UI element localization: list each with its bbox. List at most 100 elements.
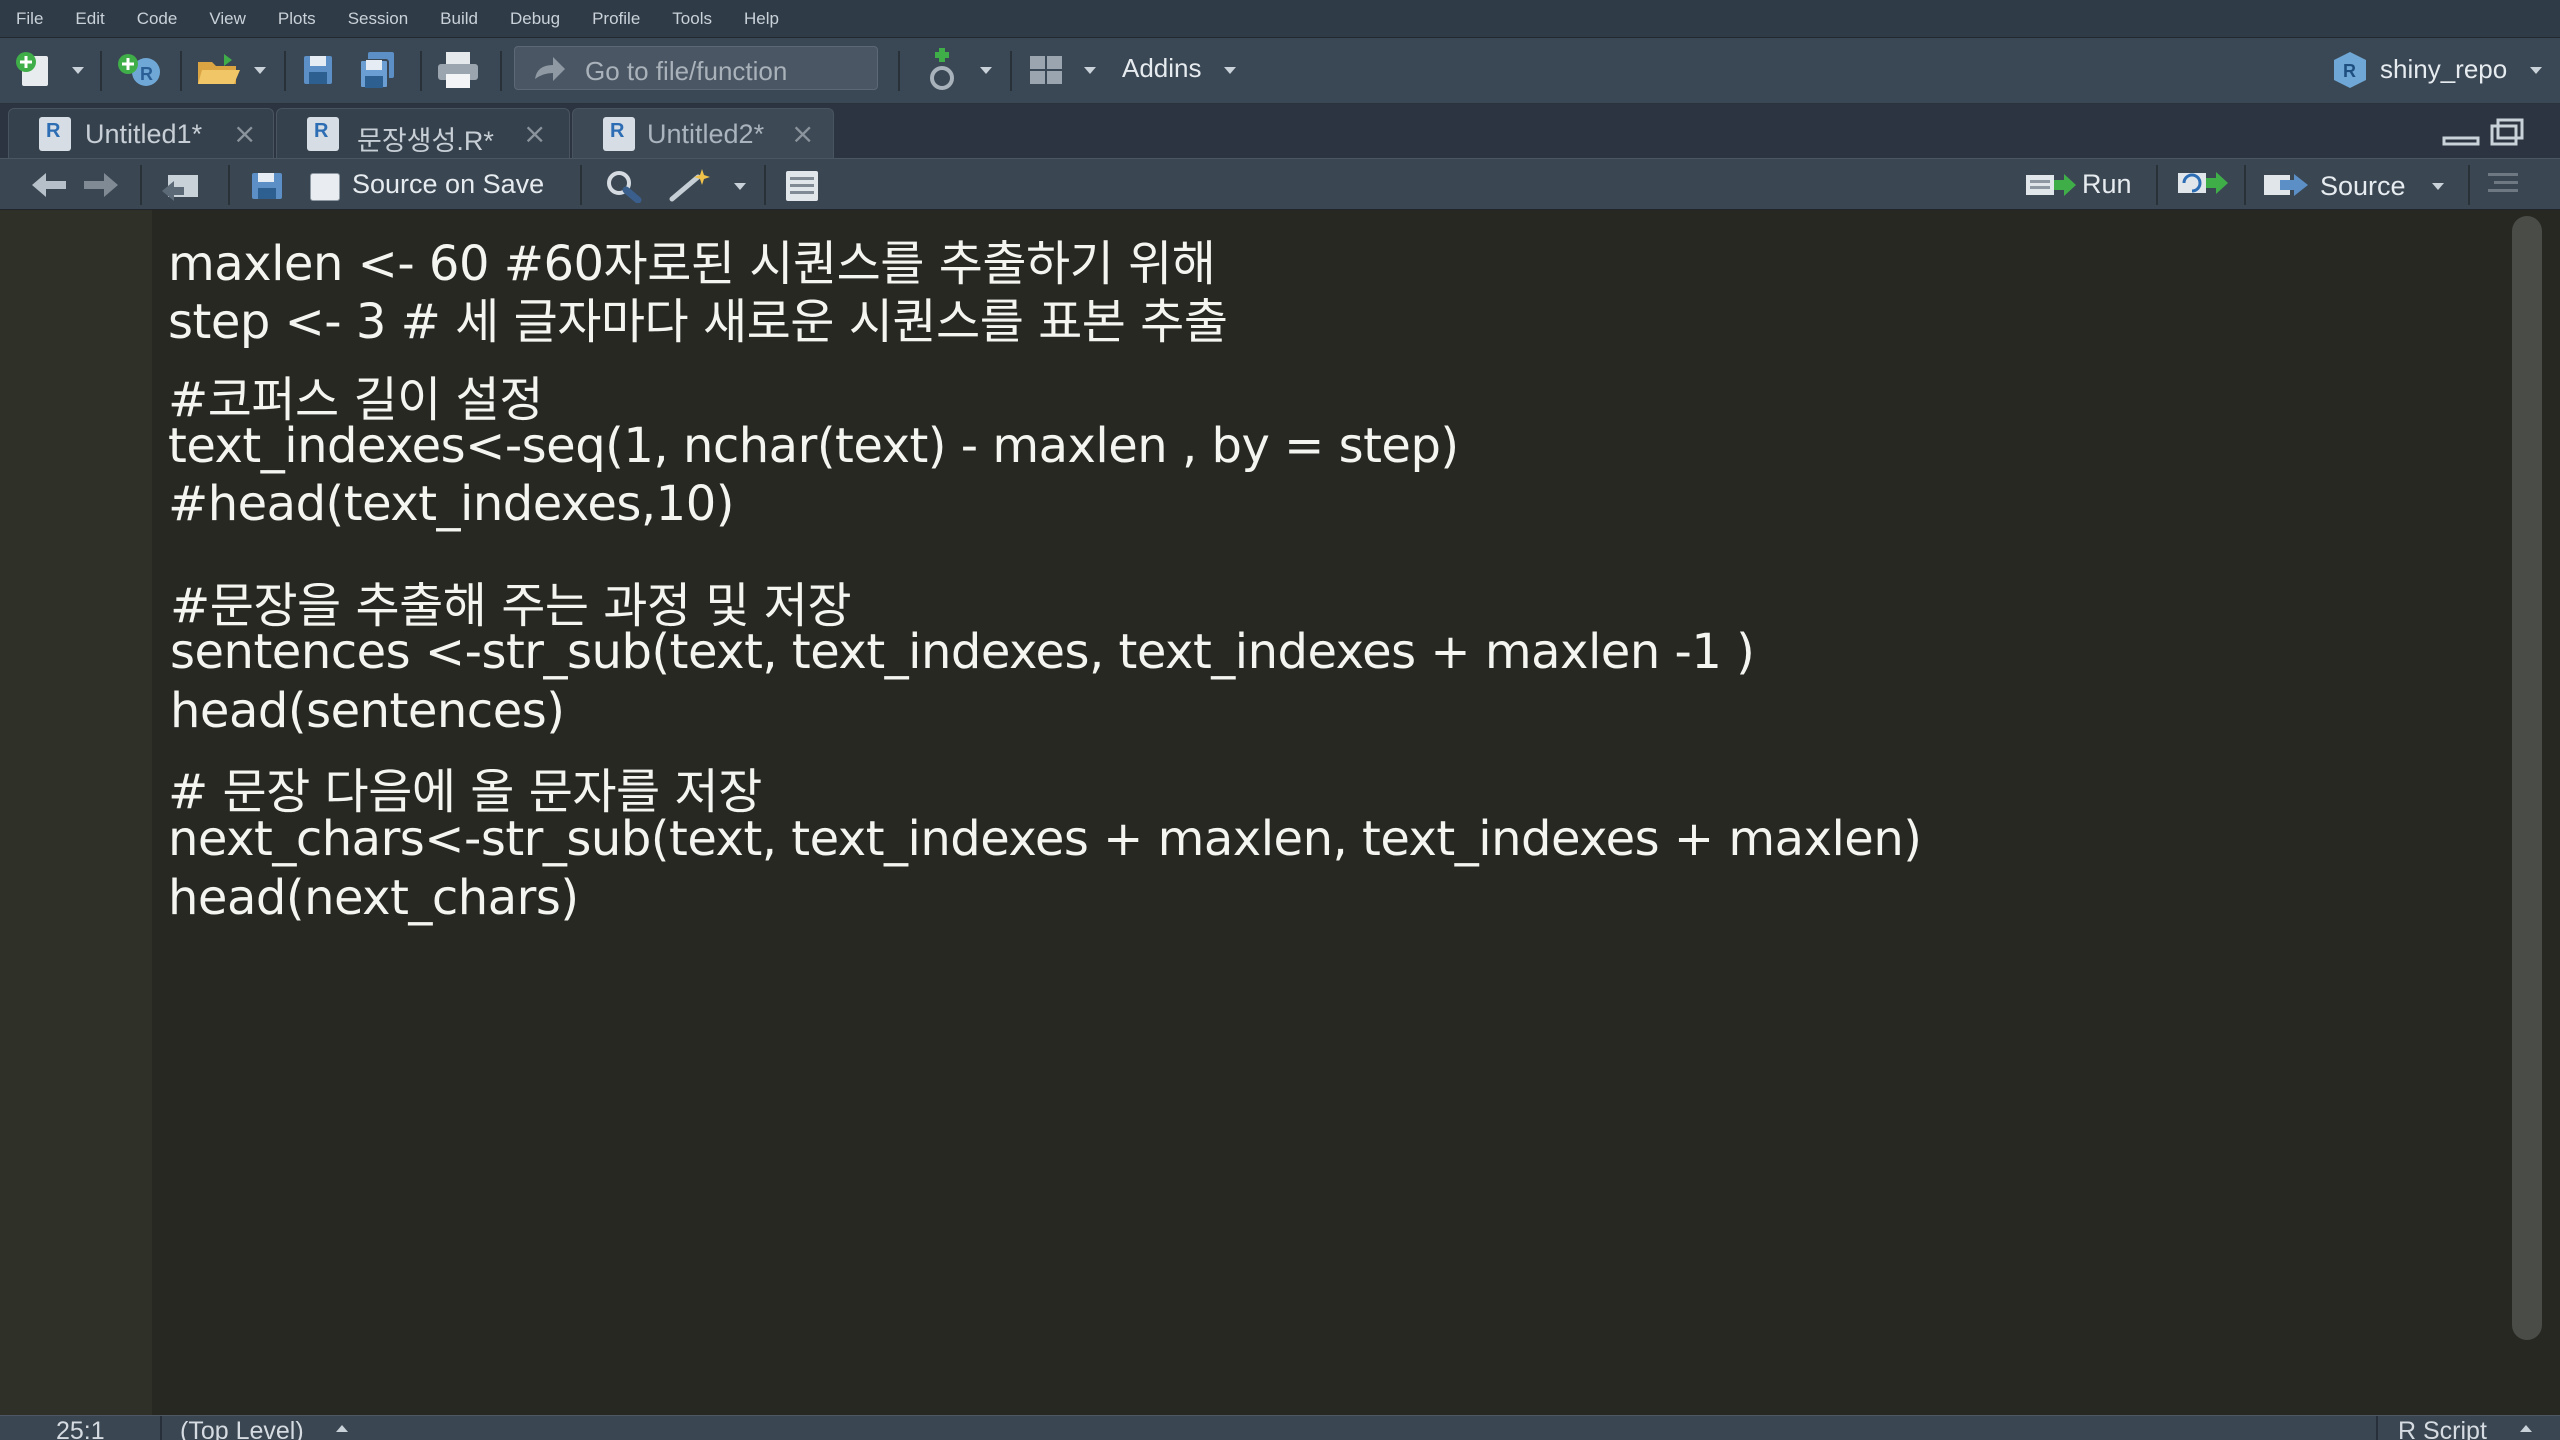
project-dropdown-icon[interactable] — [2530, 67, 2542, 74]
addins-menu-button[interactable]: Addins — [1122, 53, 1202, 84]
open-file-button[interactable] — [194, 50, 244, 90]
tab-untitled2[interactable]: R Untitled2* × — [572, 108, 834, 158]
save-icon[interactable] — [250, 171, 284, 201]
minimize-pane-icon[interactable] — [2442, 136, 2480, 146]
toolbar-separator — [420, 51, 422, 91]
source-tab-bar: R Untitled1* × R 문장생성.R* × R Untitled2* … — [0, 104, 2560, 158]
file-type-selector[interactable]: R Script — [2398, 1417, 2487, 1440]
code-line[interactable]: sentences <-str_sub(text, text_indexes, … — [170, 624, 1755, 680]
status-separator — [2376, 1416, 2378, 1440]
toolbar-separator — [580, 165, 582, 205]
menu-tools[interactable]: Tools — [672, 9, 712, 29]
goto-file-function-input[interactable]: Go to file/function — [514, 46, 878, 90]
editor-toolbar: Source on Save Run Source — [0, 158, 2560, 210]
rerun-icon[interactable] — [2176, 169, 2230, 199]
menu-profile[interactable]: Profile — [592, 9, 640, 29]
tab-label: Untitled1* — [85, 119, 203, 149]
search-icon[interactable] — [604, 169, 644, 203]
source-dropdown-icon[interactable] — [2432, 183, 2444, 190]
new-file-dropdown-icon[interactable] — [72, 67, 84, 74]
grid-icon — [1030, 56, 1062, 84]
tab-label: 문장생성.R* — [357, 126, 494, 156]
print-icon — [438, 52, 478, 88]
version-control-button[interactable] — [924, 46, 960, 92]
pane-layout-dropdown-icon[interactable] — [1084, 67, 1096, 74]
save-all-button[interactable] — [356, 50, 400, 90]
code-line[interactable]: text_indexes<-seq(1, nchar(text) - maxle… — [168, 418, 1459, 474]
version-control-dropdown-icon[interactable] — [980, 67, 992, 74]
goto-placeholder: Go to file/function — [585, 56, 788, 86]
save-button[interactable] — [300, 50, 336, 90]
source-icon — [2264, 174, 2308, 196]
source-on-save-checkbox[interactable] — [310, 173, 340, 201]
source-on-save-label[interactable]: Source on Save — [352, 169, 544, 200]
new-project-button[interactable]: R — [114, 50, 166, 90]
project-menu-button[interactable]: shiny_repo — [2380, 54, 2507, 85]
r-file-icon: R — [307, 117, 339, 151]
toolbar-separator — [2468, 165, 2470, 205]
menu-view[interactable]: View — [209, 9, 246, 29]
save-all-icon — [359, 52, 394, 89]
code-tools-dropdown-icon[interactable] — [734, 183, 746, 190]
tab-untitled1[interactable]: R Untitled1* × — [8, 108, 274, 158]
toolbar-separator — [1010, 51, 1012, 91]
code-line[interactable]: #head(text_indexes,10) — [168, 476, 734, 532]
code-line[interactable]: head(next_chars) — [168, 870, 579, 926]
project-icon: R — [2330, 50, 2370, 90]
menu-code[interactable]: Code — [137, 9, 178, 29]
toolbar-separator — [284, 51, 286, 91]
source-button[interactable]: Source — [2262, 165, 2452, 205]
code-content[interactable]: maxlen <- 60 #60자로된 시퀀스를 추출하기 위해 step <-… — [0, 210, 2400, 1415]
forward-arrow-icon[interactable] — [80, 171, 120, 199]
toolbar-separator — [140, 165, 142, 205]
pane-window-controls — [2440, 116, 2530, 150]
compile-report-icon[interactable] — [784, 169, 820, 203]
back-arrow-icon[interactable] — [30, 171, 70, 199]
new-file-icon — [16, 52, 48, 86]
toolbar-separator — [898, 51, 900, 91]
code-line[interactable]: next_chars<-str_sub(text, text_indexes +… — [168, 811, 1922, 867]
scope-dropdown-icon[interactable] — [336, 1425, 348, 1432]
print-button[interactable] — [436, 50, 480, 90]
menu-debug[interactable]: Debug — [510, 9, 560, 29]
main-toolbar: R Go to file/function Addins R shiny_rep… — [0, 38, 2560, 104]
code-line[interactable]: head(sentences) — [170, 683, 565, 739]
toolbar-separator — [2156, 165, 2158, 205]
menu-plots[interactable]: Plots — [278, 9, 316, 29]
run-button[interactable]: Run — [2020, 165, 2140, 205]
editor-scrollbar-thumb[interactable] — [2512, 216, 2542, 1340]
source-label: Source — [2320, 171, 2406, 201]
version-control-icon — [930, 48, 954, 90]
menu-build[interactable]: Build — [440, 9, 478, 29]
close-icon[interactable]: × — [791, 117, 814, 150]
menu-session[interactable]: Session — [348, 9, 408, 29]
r-file-icon: R — [39, 117, 71, 151]
folder-open-icon — [198, 54, 240, 84]
code-line[interactable]: step <- 3 # 세 글자마다 새로운 시퀀스를 표본 추출 — [168, 282, 1228, 352]
document-outline-icon[interactable] — [2486, 169, 2520, 199]
close-icon[interactable]: × — [523, 117, 546, 150]
close-icon[interactable]: × — [233, 117, 256, 150]
open-file-dropdown-icon[interactable] — [254, 67, 266, 74]
menu-edit[interactable]: Edit — [75, 9, 104, 29]
maximize-pane-icon[interactable] — [2490, 118, 2524, 146]
magic-wand-icon[interactable] — [668, 167, 714, 203]
tab-munjang-saengseong[interactable]: R 문장생성.R* × — [276, 108, 570, 158]
menu-help[interactable]: Help — [744, 9, 779, 29]
run-label: Run — [2082, 169, 2132, 199]
toolbar-separator — [180, 51, 182, 91]
toolbar-separator — [228, 165, 230, 205]
menu-file[interactable]: File — [16, 9, 43, 29]
pane-layout-button[interactable] — [1028, 50, 1064, 90]
scope-selector[interactable]: (Top Level) — [180, 1417, 304, 1440]
tab-label: Untitled2* — [647, 119, 765, 149]
addins-dropdown-icon[interactable] — [1224, 67, 1236, 74]
file-type-dropdown-icon[interactable] — [2520, 1425, 2532, 1432]
show-in-new-window-icon[interactable] — [160, 171, 204, 201]
new-file-button[interactable] — [14, 50, 58, 90]
r-file-icon: R — [603, 117, 635, 151]
editor-status-bar: 25:1 (Top Level) R Script — [0, 1415, 2560, 1440]
save-icon — [304, 56, 332, 84]
status-separator — [160, 1416, 162, 1440]
code-editor[interactable]: maxlen <- 60 #60자로된 시퀀스를 추출하기 위해 step <-… — [0, 210, 2520, 1415]
